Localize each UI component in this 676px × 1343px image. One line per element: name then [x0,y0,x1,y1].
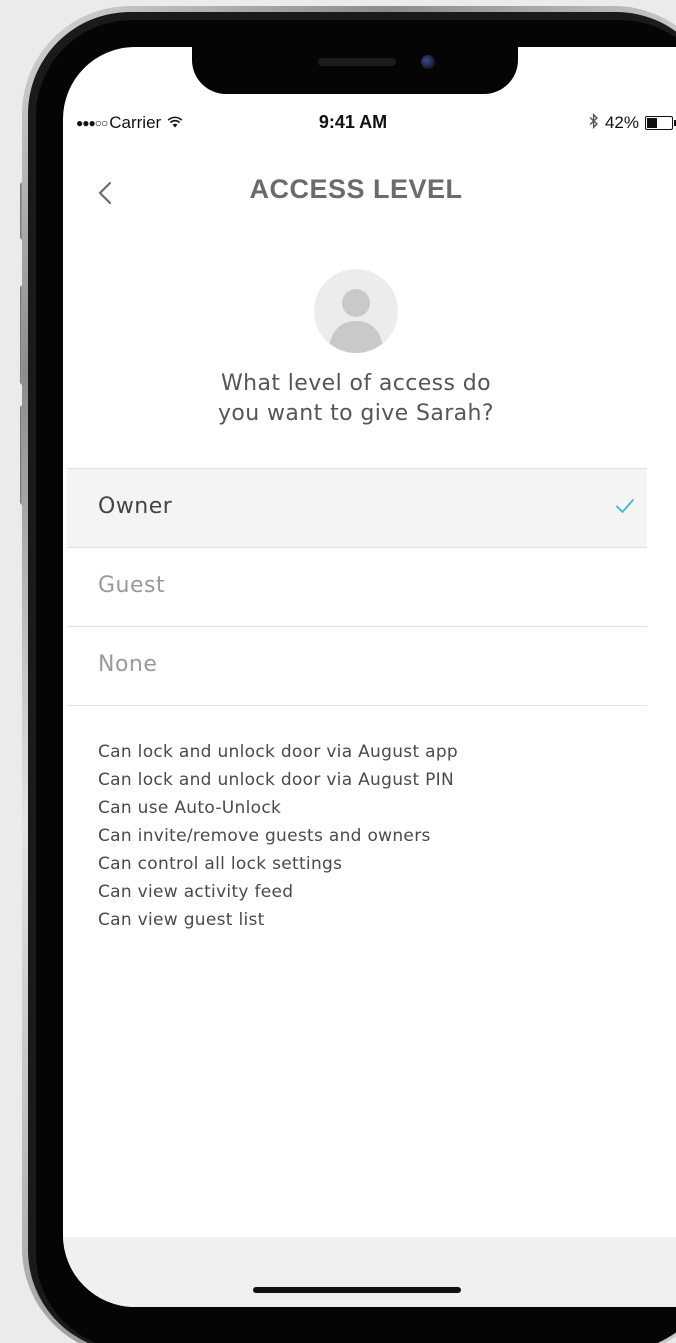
status-bar: ●●●○○ Carrier 9:41 AM 42% [63,109,676,139]
option-none[interactable]: None [67,626,647,706]
user-silhouette-icon [328,289,384,353]
question-line-1: What level of access do [220,371,492,396]
page-title: ACCESS LEVEL [249,174,463,204]
phone-screen: ●●●○○ Carrier 9:41 AM 42% ACCESS LEVEL W… [63,47,676,1307]
avatar [314,269,398,353]
option-none-label: None [98,652,158,677]
device-frame-canvas: ●●●○○ Carrier 9:41 AM 42% ACCESS LEVEL W… [0,0,676,1343]
battery-percent: 42% [604,113,639,132]
notch [192,40,518,94]
bluetooth-icon [589,113,599,133]
permissions-list: Can lock and unlock door via August app … [98,738,638,934]
speaker-grille [318,58,396,66]
permission-item: Can view activity feed [98,882,294,902]
option-owner[interactable]: Owner [67,468,647,547]
permission-item: Can lock and unlock door via August app [98,742,459,762]
option-guest[interactable]: Guest [67,547,647,626]
permission-item: Can lock and unlock door via August PIN [98,770,455,790]
option-owner-label: Owner [98,494,173,519]
checkmark-icon [616,499,634,513]
status-time: 9:41 AM [318,112,388,132]
option-guest-label: Guest [98,573,166,598]
access-question: What level of access do you want to give… [63,369,649,429]
bottom-bar [63,1237,676,1307]
front-camera-icon [421,55,435,69]
question-line-2: you want to give Sarah? [218,401,494,426]
home-indicator[interactable] [253,1287,461,1293]
permission-item: Can control all lock settings [98,854,343,874]
permission-item: Can use Auto-Unlock [98,798,282,818]
battery-level-fill [647,118,657,128]
battery-icon [645,116,676,130]
permission-item: Can view guest list [98,910,265,930]
access-level-options: Owner Guest None [67,468,647,706]
permission-item: Can invite/remove guests and owners [98,826,431,846]
status-right: 42% [589,113,676,133]
